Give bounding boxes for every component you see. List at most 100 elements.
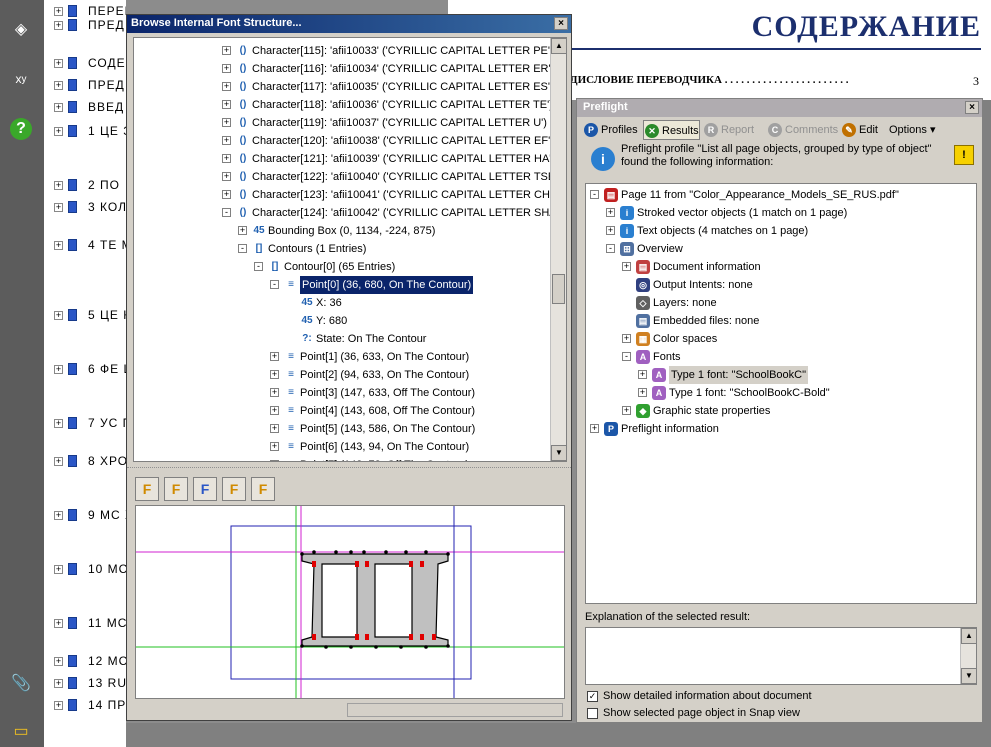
tree-node[interactable]: -[] Contours (1 Entries) [134,240,554,258]
tree-node[interactable]: - ≡ Point[0] (36, 680, On The Contour) [134,276,554,294]
expand-icon[interactable]: + [270,460,279,461]
result-node[interactable]: - ▤ Page 11 from "Color_Appearance_Models_… [586,186,976,204]
scroll-down-arrow[interactable]: ▼ [551,445,566,461]
expand-icon[interactable]: + [54,565,63,574]
tree-node[interactable]: + ≡ Point[1] (36, 633, On The Contour) [134,348,554,366]
report-button[interactable]: R Report [703,120,754,140]
expand-icon[interactable]: + [270,388,279,397]
expand-icon[interactable]: + [622,262,631,271]
expand-icon[interactable]: + [222,136,231,145]
explanation-scrollbar[interactable]: ▲ ▼ [960,628,977,684]
expand-icon[interactable]: + [54,657,63,666]
tree-node[interactable]: + () Character[123]: 'afii10041' ('CYRILLI… [134,186,563,204]
expand-icon[interactable]: + [54,59,63,68]
expand-icon[interactable]: + [606,226,615,235]
expand-icon[interactable]: + [222,100,231,109]
tree-node[interactable]: + () Character[122]: 'afii10040' ('CYRILLI… [134,168,561,186]
expand-icon[interactable]: + [54,203,63,212]
result-node[interactable]: ▤ Embedded files: none [586,312,976,330]
results-tree[interactable]: - ▤ Page 11 from "Color_Appearance_Models_… [585,183,977,604]
scroll-thumb[interactable] [552,274,565,304]
result-node[interactable]: - ⊞ Overview [586,240,976,258]
expand-icon[interactable]: + [54,457,63,466]
result-node[interactable]: + ◆ Graphic state properties [586,402,976,420]
scroll-up-arrow[interactable]: ▲ [551,38,566,54]
collapse-icon[interactable]: - [590,190,599,199]
expand-icon[interactable]: + [54,419,63,428]
tree-node[interactable]: + () Character[119]: 'afii10037' ('CYRILLI… [134,114,554,132]
comments-icon[interactable]: ▭ [10,720,32,742]
glyph-view-tool-button[interactable]: F [135,477,159,501]
result-node[interactable]: + A Type 1 font: "SchoolBookC-Bold" [586,384,976,402]
warning-icon[interactable]: ! [954,145,974,165]
expand-icon[interactable]: + [638,370,647,379]
tree-node[interactable]: -() Character[124]: 'afii10042' ('CYRILLI… [134,204,562,222]
paperclip-icon[interactable]: 📎 [10,672,32,694]
show-detailed-checkbox[interactable]: ✓ [587,690,598,702]
preflight-close-button[interactable]: × [965,101,979,114]
expand-icon[interactable]: + [54,241,63,250]
expand-icon[interactable]: + [638,388,647,397]
result-node[interactable]: + ▦ Color spaces [586,330,976,348]
collapse-icon[interactable]: - [270,280,279,289]
expand-icon[interactable]: + [590,424,599,433]
tree-node[interactable]: + ≡ Point[4] (143, 608, Off The Contour) [134,402,554,420]
expand-icon[interactable]: + [54,21,63,30]
expand-icon[interactable]: + [54,511,63,520]
expand-icon[interactable]: + [54,181,63,190]
expand-icon[interactable]: + [222,172,231,181]
expand-icon[interactable]: + [270,406,279,415]
tree-node[interactable]: + () Character[118]: 'afii10036' ('CYRILLI… [134,96,554,114]
profiles-button[interactable]: P Profiles [583,120,638,140]
collapse-icon[interactable]: - [254,262,263,271]
expand-icon[interactable]: + [606,208,615,217]
collapse-icon[interactable]: - [606,244,615,253]
show-detailed-checkbox-row[interactable]: ✓ Show detailed information about documen… [587,690,812,702]
expand-icon[interactable]: + [270,424,279,433]
results-button[interactable]: ✕ Results [643,120,700,140]
tree-node[interactable]: + ≡ Point[3] (147, 633, Off The Contour) [134,384,554,402]
tree-node[interactable]: + ≡ Point[2] (94, 633, On The Contour) [134,366,554,384]
show-snap-checkbox-row[interactable]: Show selected page object in Snap view [587,707,800,719]
scroll-down-arrow[interactable]: ▼ [961,668,977,684]
tree-node[interactable]: + () Character[115]: 'afii10033' ('CYRILLI… [134,42,554,60]
tree-node[interactable]: + ≡Point[7] (143, 72, Off The Contour) [134,456,554,461]
xy-coordinates-icon[interactable]: xy [10,68,32,90]
expand-icon[interactable]: + [222,46,231,55]
expand-icon[interactable]: + [622,334,631,343]
glyph-view-tool-button[interactable]: F [193,477,217,501]
expand-icon[interactable]: + [222,118,231,127]
expand-icon[interactable]: + [54,679,63,688]
font-window-titlebar[interactable]: Browse Internal Font Structure... × [127,15,571,33]
expand-icon[interactable]: + [54,311,63,320]
glyph-preview-canvas[interactable] [135,505,565,699]
expand-icon[interactable]: + [222,190,231,199]
scroll-up-arrow[interactable]: ▲ [961,628,977,644]
expand-icon[interactable]: + [270,370,279,379]
result-node[interactable]: ◇ Layers: none [586,294,976,312]
expand-icon[interactable]: + [54,701,63,710]
expand-icon[interactable]: + [54,619,63,628]
expand-icon[interactable]: + [54,7,63,16]
tree-node[interactable]: + () Character[117]: 'afii10035' ('CYRILLI… [134,78,554,96]
tree-node[interactable]: -[] Contour[0] (65 Entries) [134,258,554,276]
tree-node[interactable]: 45 Y: 680 [134,312,554,330]
expand-icon[interactable]: + [54,365,63,374]
explanation-box[interactable]: ▲ ▼ [585,627,977,685]
comments-button[interactable]: C Comments [767,120,838,140]
tree-node[interactable]: + ≡ Point[5] (143, 586, On The Contour) [134,420,554,438]
expand-icon[interactable]: + [54,103,63,112]
tree-node[interactable]: + () Character[120]: 'afii10038' ('CYRILLI… [134,132,554,150]
help-icon[interactable]: ? [10,118,32,140]
collapse-icon[interactable]: - [622,352,631,361]
tree-node[interactable]: 45 X: 36 [134,294,554,312]
options-button[interactable]: Options ▾ [885,120,936,140]
tree-node[interactable]: + () Character[116]: 'afii10034' ('CYRILLI… [134,60,554,78]
expand-icon[interactable]: + [222,82,231,91]
tree-node[interactable]: ?: State: On The Contour [134,330,554,348]
show-snap-checkbox[interactable] [587,707,598,719]
result-node[interactable]: - A Fonts [586,348,976,366]
pane-splitter[interactable] [127,467,571,473]
expand-icon[interactable]: + [222,154,231,163]
result-node[interactable]: ◎ Output Intents: none [586,276,976,294]
